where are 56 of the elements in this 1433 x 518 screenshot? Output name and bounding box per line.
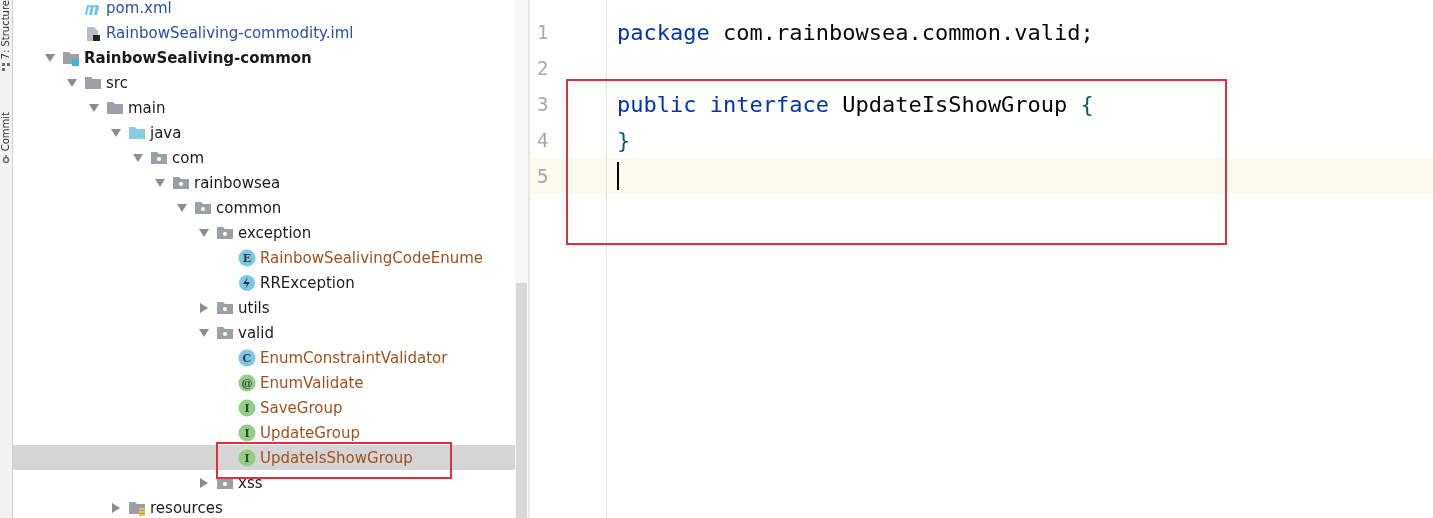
code-editor[interactable]: 1 package com.rainbowsea.common.valid; 2 3 public interface UpdateIsShowGroup { 4 } 5 bbox=[530, 0, 1433, 518]
line-number: 1 bbox=[536, 21, 550, 43]
enum-icon: E bbox=[238, 248, 256, 267]
tree-item[interactable]: RainbowSealiving-common bbox=[84, 48, 312, 67]
annotation-icon: @ bbox=[238, 373, 256, 392]
lightning-icon bbox=[238, 273, 256, 292]
tool-window-button[interactable]: 7: Structure bbox=[0, 0, 12, 73]
interface-icon: I bbox=[238, 423, 256, 442]
tree-item[interactable]: java bbox=[150, 123, 182, 142]
commit-icon bbox=[1, 154, 11, 165]
collapse-arrow-icon[interactable] bbox=[110, 126, 122, 139]
tree-item[interactable]: src bbox=[106, 73, 128, 92]
scrollbar-thumb[interactable] bbox=[516, 283, 527, 518]
line-number: 3 bbox=[536, 93, 550, 115]
tree-item[interactable]: EnumValidate bbox=[260, 373, 364, 392]
tree-item[interactable]: rainbowsea bbox=[194, 173, 281, 192]
interface-icon: I bbox=[238, 448, 256, 467]
tree-item[interactable]: exception bbox=[238, 223, 312, 242]
collapse-arrow-icon[interactable] bbox=[176, 201, 188, 214]
tree-item[interactable]: UpdateGroup bbox=[260, 423, 360, 442]
collapse-arrow-icon[interactable] bbox=[154, 176, 166, 189]
expand-arrow-icon[interactable] bbox=[110, 501, 122, 514]
collapse-arrow-icon[interactable] bbox=[198, 226, 210, 239]
line-number: 5 bbox=[536, 165, 550, 187]
tree-item[interactable]: xss bbox=[238, 473, 263, 492]
tree-row[interactable]: I UpdateIsShowGroup bbox=[13, 445, 515, 470]
scrollbar[interactable] bbox=[515, 0, 528, 518]
expand-arrow-icon[interactable] bbox=[198, 476, 210, 489]
collapse-arrow-icon[interactable] bbox=[198, 326, 210, 339]
tree-item[interactable]: RainbowSealivingCodeEnume bbox=[260, 248, 483, 267]
tree-item[interactable]: main bbox=[128, 98, 166, 117]
tree-item[interactable]: com bbox=[172, 148, 205, 167]
tree-item[interactable]: RRException bbox=[260, 273, 355, 292]
tree-item[interactable]: common bbox=[216, 198, 282, 217]
collapse-arrow-icon[interactable] bbox=[44, 51, 56, 64]
tree-item[interactable]: UpdateIsShowGroup bbox=[260, 448, 413, 467]
tree-item[interactable]: SaveGroup bbox=[260, 398, 343, 417]
tree-item[interactable]: utils bbox=[238, 298, 270, 317]
code-line: package com.rainbowsea.common.valid; bbox=[617, 19, 1094, 45]
collapse-arrow-icon[interactable] bbox=[132, 151, 144, 164]
collapse-arrow-icon[interactable] bbox=[66, 76, 78, 89]
tree-item[interactable]: resources bbox=[150, 498, 223, 517]
class-icon: C bbox=[238, 348, 256, 367]
tree-item[interactable]: pom.xml bbox=[106, 0, 172, 17]
structure-icon bbox=[1, 62, 11, 73]
interface-icon: I bbox=[238, 398, 256, 417]
tree-item[interactable]: valid bbox=[238, 323, 274, 342]
code-line: public interface UpdateIsShowGroup { bbox=[617, 91, 1094, 117]
tree-item[interactable]: RainbowSealiving-commodity.iml bbox=[106, 23, 354, 42]
code-line: } bbox=[617, 127, 631, 153]
tool-window-button[interactable]: Commit bbox=[0, 112, 12, 165]
expand-arrow-icon[interactable] bbox=[198, 301, 210, 314]
line-number: 4 bbox=[536, 129, 550, 151]
collapse-arrow-icon[interactable] bbox=[88, 101, 100, 114]
tree-item[interactable]: EnumConstraintValidator bbox=[260, 348, 448, 367]
line-number: 2 bbox=[536, 57, 550, 79]
